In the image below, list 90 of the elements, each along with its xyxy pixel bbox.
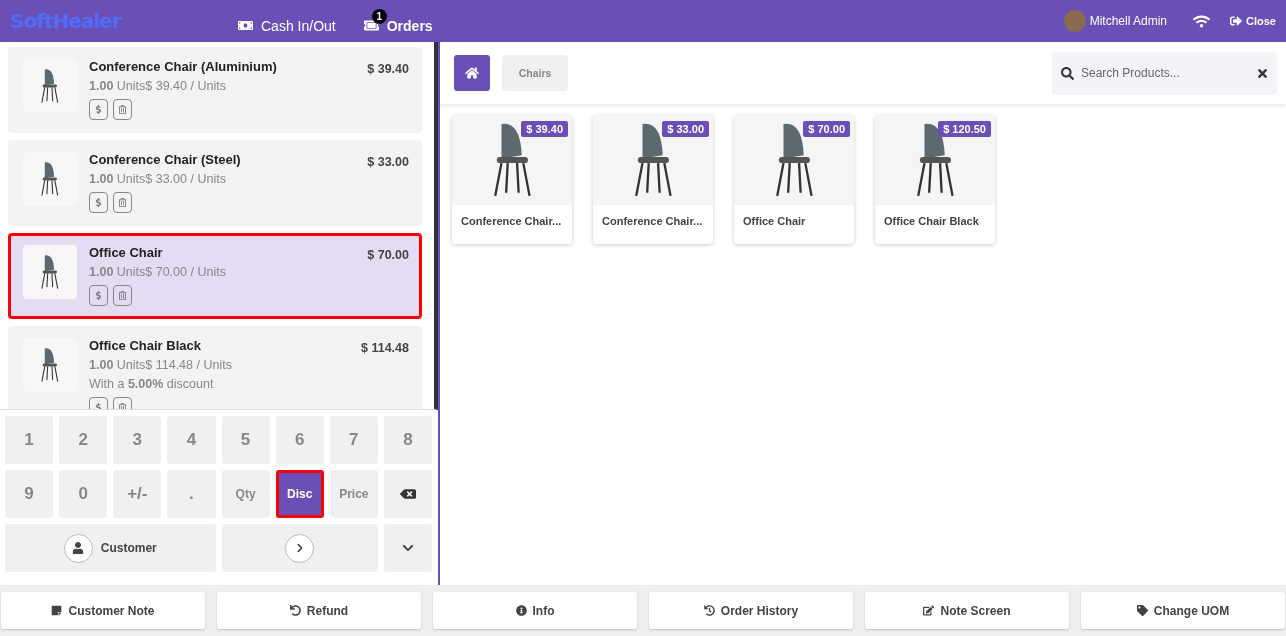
product-name: Office Chair: [89, 245, 164, 260]
product-card[interactable]: $ 120.50 Office Chair Black: [875, 115, 995, 244]
line-price: $ 39.40: [367, 61, 409, 78]
product-name: Office Chair Black: [89, 338, 202, 353]
chair-drawing: [39, 161, 61, 197]
backspace-icon: [399, 486, 416, 502]
delete-button[interactable]: [113, 285, 132, 306]
ticket-icon: [363, 18, 379, 33]
trash-icon: [118, 105, 127, 114]
product-card[interactable]: $ 39.40 Conference Chair...: [452, 115, 572, 244]
price-tag: $ 120.50: [938, 121, 991, 137]
numpad-key[interactable]: 2: [59, 416, 108, 464]
dollar-icon: [94, 291, 103, 300]
quantity-text: 1.00 Units$ 39.40 / Units: [89, 79, 227, 93]
mode-key[interactable]: Disc: [275, 470, 324, 518]
action-button[interactable]: Customer Note: [1, 592, 205, 629]
quantity-text: 1.00 Units$ 33.00 / Units: [89, 172, 227, 186]
numpad-key[interactable]: 4: [167, 416, 216, 464]
close-button[interactable]: Close: [1230, 15, 1276, 27]
search-icon: [1061, 66, 1074, 80]
numpad-key[interactable]: +/-: [113, 470, 162, 518]
numpad-key[interactable]: 8: [383, 416, 432, 464]
action-button[interactable]: Change UOM: [1081, 592, 1285, 629]
discount-text: With a 5.00% discount: [89, 377, 215, 391]
nav-button[interactable]: 1 Orders: [363, 8, 433, 34]
user-name: Mitchell Admin: [1089, 14, 1168, 28]
price-button[interactable]: [89, 192, 108, 213]
action-button[interactable]: Info: [433, 592, 637, 629]
exit-icon: [1230, 15, 1243, 27]
line-price: $ 114.48: [361, 340, 409, 357]
count-badge: 1: [371, 8, 387, 24]
delete-button[interactable]: [113, 192, 132, 213]
quantity-text: 1.00 Units$ 70.00 / Units: [89, 265, 227, 279]
price-button[interactable]: [89, 99, 108, 120]
mode-key[interactable]: Price: [329, 470, 378, 518]
chair-drawing: [39, 68, 61, 104]
backspace-key[interactable]: [383, 470, 432, 518]
numpad-key[interactable]: 1: [5, 416, 54, 464]
product-card[interactable]: $ 70.00 Office Chair: [734, 115, 854, 244]
line-price: $ 70.00: [367, 247, 409, 264]
dollar-icon: [94, 198, 103, 207]
mode-key[interactable]: Qty: [221, 470, 270, 518]
history-icon: [703, 605, 715, 616]
numpad-key[interactable]: 3: [113, 416, 162, 464]
line-price: $ 33.00: [367, 154, 409, 171]
search-field[interactable]: Search Products...: [1052, 51, 1277, 95]
note-icon: [51, 605, 63, 616]
clear-icon: [1256, 66, 1269, 80]
product-card[interactable]: $ 33.00 Conference Chair...: [593, 115, 713, 244]
product-name: Conference Chair...: [601, 214, 704, 229]
chevron-right-icon: [285, 533, 315, 563]
action-button[interactable]: Note Screen: [865, 592, 1069, 629]
price-tag: $ 39.40: [521, 121, 568, 137]
quantity-text: 1.00 Units$ 114.48 / Units: [89, 358, 233, 372]
product-name: Conference Chair (Steel): [89, 152, 242, 167]
numpad-key[interactable]: 0: [59, 470, 108, 518]
product-name: Office Chair: [742, 214, 807, 229]
category-button[interactable]: Chairs: [502, 55, 568, 91]
product-name: Conference Chair...: [460, 214, 563, 229]
home-icon: [465, 66, 479, 80]
home-button[interactable]: [454, 55, 490, 91]
logo: SoftHealer: [10, 9, 123, 33]
edit-icon: [923, 605, 935, 616]
numpad-key[interactable]: 7: [329, 416, 378, 464]
price-tag: $ 33.00: [662, 121, 709, 137]
chevron-down-icon: [401, 542, 414, 554]
dollar-icon: [94, 105, 103, 114]
undo-icon: [289, 605, 301, 616]
price-button[interactable]: [89, 285, 108, 306]
banknote-icon: [238, 18, 253, 33]
price-tag: $ 70.00: [803, 121, 850, 137]
nav-button[interactable]: Cash In/Out: [238, 8, 336, 34]
search-input[interactable]: Search Products...: [1079, 65, 1251, 81]
trash-icon: [118, 198, 127, 207]
action-button[interactable]: Refund: [217, 592, 421, 629]
person-icon: [63, 533, 93, 563]
numpad-key[interactable]: 6: [275, 416, 324, 464]
tag-icon: [1136, 605, 1148, 616]
trash-icon: [118, 291, 127, 300]
chair-drawing: [39, 254, 61, 290]
numpad-key[interactable]: .: [167, 470, 216, 518]
customer-button[interactable]: Customer: [5, 524, 216, 572]
info-icon: [515, 605, 527, 616]
numpad-key[interactable]: 5: [221, 416, 270, 464]
action-button[interactable]: Order History: [649, 592, 853, 629]
chair-drawing: [39, 347, 61, 383]
product-name: Office Chair Black: [883, 214, 980, 229]
product-name: Conference Chair (Aluminium): [89, 59, 278, 74]
numpad-key[interactable]: 9: [5, 470, 54, 518]
delete-button[interactable]: [113, 99, 132, 120]
